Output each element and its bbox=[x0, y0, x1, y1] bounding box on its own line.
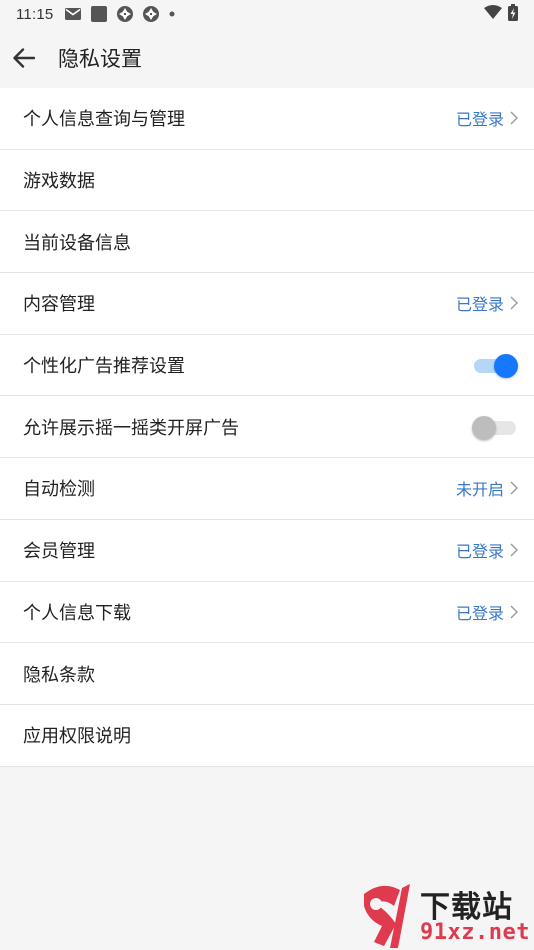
shutter-icon bbox=[117, 6, 134, 22]
arrow-left-icon bbox=[13, 48, 35, 68]
status-text: 已登录 bbox=[455, 295, 504, 315]
dot-icon bbox=[169, 11, 175, 17]
settings-list: 个人信息查询与管理 已登录 游戏数据 当前设备信息 内容管理 已登录 个性化广告… bbox=[0, 88, 534, 767]
screen: 11:15 隐私设置 个人信息查询与管理 已登录 游戏数据 当前设备信息 内容管… bbox=[0, 0, 534, 950]
shake-splash-ads-toggle[interactable] bbox=[472, 415, 518, 440]
row-label: 当前设备信息 bbox=[23, 232, 131, 254]
row-personal-info-management[interactable]: 个人信息查询与管理 已登录 bbox=[0, 88, 534, 150]
status-text: 已登录 bbox=[455, 603, 504, 623]
watermark-domain: 91xz.net bbox=[420, 920, 530, 945]
row-label: 内容管理 bbox=[23, 294, 95, 316]
row-label: 允许展示摇一摇类开屏广告 bbox=[23, 417, 239, 439]
shutter-icon bbox=[143, 6, 160, 22]
row-privacy-terms[interactable]: 隐私条款 bbox=[0, 643, 534, 705]
row-auto-detect[interactable]: 自动检测 未开启 bbox=[0, 458, 534, 520]
personalized-ads-toggle[interactable] bbox=[472, 353, 518, 379]
row-device-info[interactable]: 当前设备信息 bbox=[0, 211, 534, 274]
row-label: 会员管理 bbox=[23, 541, 95, 563]
chevron-right-icon bbox=[510, 111, 518, 125]
row-personalized-ads: 个性化广告推荐设置 bbox=[0, 335, 534, 397]
status-text: 未开启 bbox=[455, 480, 504, 500]
row-personal-info-download[interactable]: 个人信息下载 已登录 bbox=[0, 582, 534, 644]
square-app-icon bbox=[91, 6, 108, 22]
watermark-logo-icon bbox=[364, 884, 410, 948]
chevron-right-icon bbox=[510, 605, 518, 619]
app-bar: 隐私设置 bbox=[0, 28, 534, 88]
chevron-right-icon bbox=[510, 543, 518, 557]
row-label: 个人信息下载 bbox=[23, 602, 131, 624]
mail-icon bbox=[65, 8, 82, 20]
row-label: 隐私条款 bbox=[23, 664, 95, 686]
status-time: 11:15 bbox=[16, 5, 54, 23]
row-label: 个性化广告推荐设置 bbox=[23, 356, 185, 378]
row-label: 个人信息查询与管理 bbox=[23, 109, 185, 131]
status-text: 已登录 bbox=[455, 542, 504, 562]
row-label: 游戏数据 bbox=[23, 171, 95, 193]
row-label: 自动检测 bbox=[23, 479, 95, 501]
chevron-right-icon bbox=[510, 296, 518, 310]
status-text: 已登录 bbox=[455, 110, 504, 130]
row-content-management[interactable]: 内容管理 已登录 bbox=[0, 273, 534, 335]
wifi-icon bbox=[484, 5, 502, 23]
status-bar: 11:15 bbox=[0, 0, 534, 28]
battery-charging-icon bbox=[508, 3, 518, 25]
row-app-permissions[interactable]: 应用权限说明 bbox=[0, 705, 534, 767]
row-game-data[interactable]: 游戏数据 bbox=[0, 150, 534, 212]
chevron-right-icon bbox=[510, 481, 518, 495]
back-button[interactable] bbox=[12, 46, 36, 70]
row-member-management[interactable]: 会员管理 已登录 bbox=[0, 520, 534, 582]
row-shake-splash-ads: 允许展示摇一摇类开屏广告 bbox=[0, 396, 534, 459]
page-title: 隐私设置 bbox=[58, 47, 142, 71]
row-label: 应用权限说明 bbox=[23, 726, 131, 748]
site-watermark: 下载站 91xz.net bbox=[354, 880, 534, 950]
